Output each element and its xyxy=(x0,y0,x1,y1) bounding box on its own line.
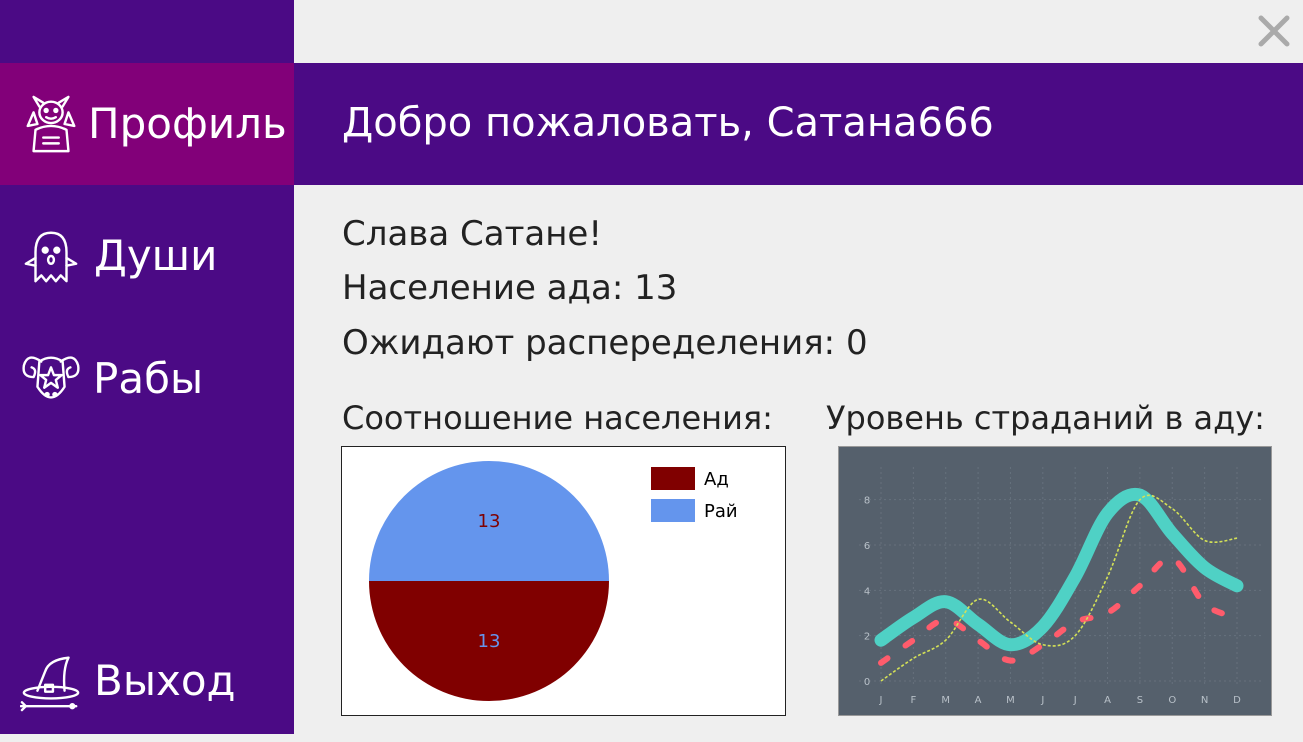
y-tick-label: 8 xyxy=(864,496,870,507)
pie-chart-canvas: 13 13 Ад Рай xyxy=(369,461,738,701)
x-tick-label: M xyxy=(941,695,950,706)
x-tick-label: J xyxy=(1073,695,1077,706)
devil-icon xyxy=(26,95,76,153)
line-chart-canvas: 0 2 4 6 8 J F M A M J J A S O N D xyxy=(859,467,1264,706)
x-tick-label: A xyxy=(975,695,982,706)
suffering-line-chart: 0 2 4 6 8 J F M A M J J A S O N D xyxy=(838,446,1272,716)
x-tick-label: J xyxy=(1040,695,1044,706)
line-chart-title: Уровень страданий в аду: xyxy=(826,399,1265,437)
sidebar-item-profile[interactable]: Профиль xyxy=(0,63,294,185)
waiting-text: Ожидают распеределения: 0 xyxy=(342,323,868,363)
y-tick-label: 4 xyxy=(864,586,870,597)
x-tick-label: M xyxy=(1006,695,1015,706)
x-tick-label: D xyxy=(1233,695,1241,706)
sidebar: Профиль Души Рабы Выход xyxy=(0,0,294,734)
legend-label: Ад xyxy=(704,469,729,490)
x-tick-label: O xyxy=(1168,695,1176,706)
motto-text: Слава Сатане! xyxy=(342,214,602,254)
witch-hat-icon xyxy=(20,656,80,712)
close-icon[interactable] xyxy=(1255,12,1293,50)
x-tick-label: J xyxy=(879,695,883,706)
page-header: Добро пожаловать, Сатана666 xyxy=(294,63,1303,185)
x-tick-label: N xyxy=(1201,695,1208,706)
sidebar-item-slaves[interactable]: Рабы xyxy=(0,318,294,440)
sidebar-item-label: Выход xyxy=(94,656,236,705)
pie-slice-label: 13 xyxy=(478,511,501,532)
pie-chart-title: Соотношение населения: xyxy=(342,399,773,437)
title-bar xyxy=(294,0,1303,63)
sidebar-item-souls[interactable]: Души xyxy=(0,195,294,317)
y-tick-label: 2 xyxy=(864,632,870,643)
legend-label: Рай xyxy=(704,501,738,522)
welcome-title: Добро пожаловать, Сатана666 xyxy=(342,100,994,146)
sidebar-item-exit[interactable]: Выход xyxy=(0,620,294,742)
population-pie-chart: 13 13 Ад Рай xyxy=(341,446,786,716)
sidebar-item-label: Рабы xyxy=(93,354,204,403)
x-tick-label: F xyxy=(910,695,916,706)
sidebar-item-label: Души xyxy=(94,231,218,280)
series-line-dotted-yellow xyxy=(880,494,1238,682)
y-tick-label: 6 xyxy=(864,541,870,552)
legend-swatch xyxy=(651,499,695,522)
sidebar-item-label: Профиль xyxy=(88,99,287,148)
legend-swatch xyxy=(651,467,695,490)
y-tick-label: 0 xyxy=(864,677,870,688)
x-tick-label: S xyxy=(1137,695,1143,706)
population-text: Население ада: 13 xyxy=(342,268,678,308)
ram-skull-icon xyxy=(22,356,80,399)
x-tick-label: A xyxy=(1104,695,1111,706)
ghost-icon xyxy=(24,231,78,283)
pie-slice-label: 13 xyxy=(478,631,501,652)
